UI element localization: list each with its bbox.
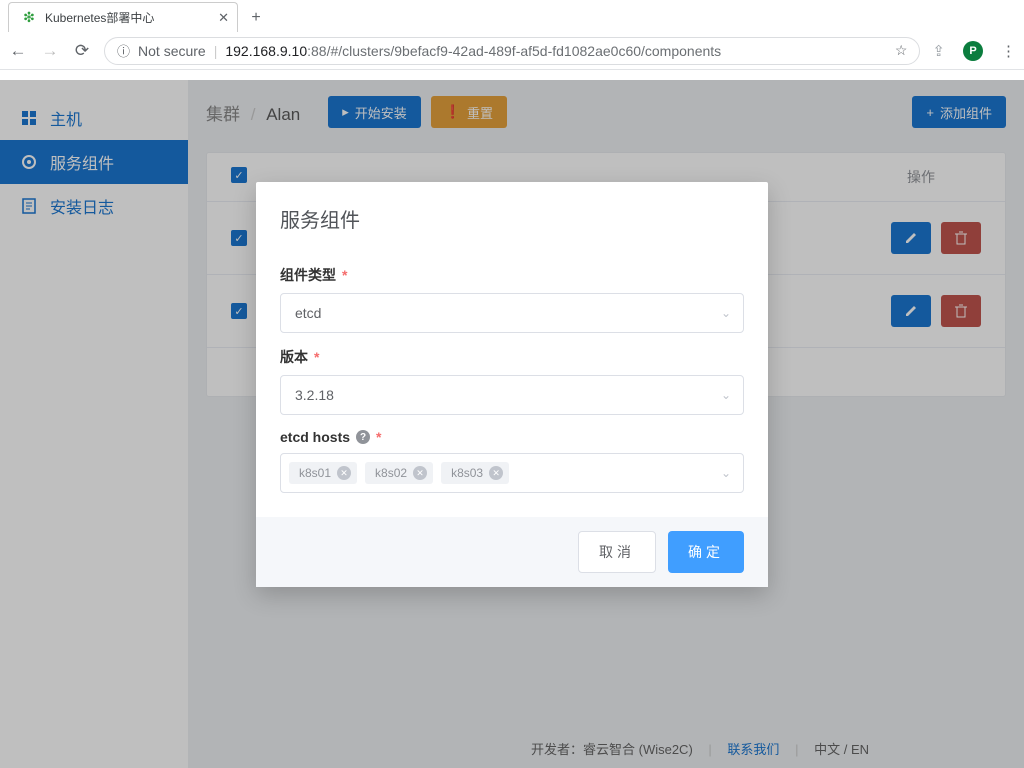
url-text: 192.168.9.10:88/#/clusters/9befacf9-42ad…	[225, 43, 721, 59]
chevron-down-icon: ⌄	[721, 388, 731, 402]
browser-menu-icon[interactable]: ⋮	[1001, 42, 1016, 60]
component-type-select[interactable]: etcd ⌄	[280, 293, 744, 333]
etcd-hosts-input[interactable]: k8s01 ✕ k8s02 ✕ k8s03 ✕ ⌄	[280, 453, 744, 493]
nav-reload-icon[interactable]: ⟳	[72, 41, 92, 61]
confirm-button[interactable]: 确定	[668, 531, 744, 573]
host-tag: k8s03 ✕	[441, 462, 509, 484]
help-icon[interactable]: ?	[356, 430, 370, 444]
site-info-icon[interactable]: ⓘ	[117, 41, 130, 60]
tab-close-icon[interactable]: ✕	[218, 10, 229, 26]
component-modal: 服务组件 组件类型* etcd ⌄ 版本* 3.2.18 ⌄ etcd host…	[256, 182, 768, 587]
profile-avatar[interactable]: P	[963, 41, 983, 61]
browser-toolbar: ← → ⟳ ⓘ Not secure | 192.168.9.10:88/#/c…	[0, 32, 1024, 70]
remove-tag-icon[interactable]: ✕	[337, 466, 351, 480]
bookmark-icon[interactable]: ☆	[895, 42, 908, 59]
browser-tab[interactable]: ❇ Kubernetes部署中心 ✕	[8, 2, 238, 32]
nav-back-icon[interactable]: ←	[8, 41, 28, 61]
label-version: 版本*	[280, 347, 744, 367]
not-secure-label: Not secure	[138, 43, 206, 59]
label-component-type: 组件类型*	[280, 265, 744, 285]
modal-title: 服务组件	[256, 182, 768, 247]
nav-forward-icon: →	[40, 41, 60, 61]
remove-tag-icon[interactable]: ✕	[413, 466, 427, 480]
version-select[interactable]: 3.2.18 ⌄	[280, 375, 744, 415]
new-tab-button[interactable]: +	[242, 4, 270, 32]
chevron-down-icon: ⌄	[721, 306, 731, 320]
tab-title: Kubernetes部署中心	[45, 9, 154, 26]
host-tag: k8s02 ✕	[365, 462, 433, 484]
address-bar[interactable]: ⓘ Not secure | 192.168.9.10:88/#/cluster…	[104, 37, 920, 65]
host-tag: k8s01 ✕	[289, 462, 357, 484]
favicon-icon: ❇	[21, 10, 37, 26]
chevron-down-icon: ⌄	[721, 466, 731, 480]
remove-tag-icon[interactable]: ✕	[489, 466, 503, 480]
label-etcd-hosts: etcd hosts ? *	[280, 429, 744, 445]
cancel-button[interactable]: 取消	[578, 531, 656, 573]
share-icon[interactable]: ⇪	[932, 42, 945, 60]
browser-tab-strip: ❇ Kubernetes部署中心 ✕ +	[0, 0, 1024, 32]
